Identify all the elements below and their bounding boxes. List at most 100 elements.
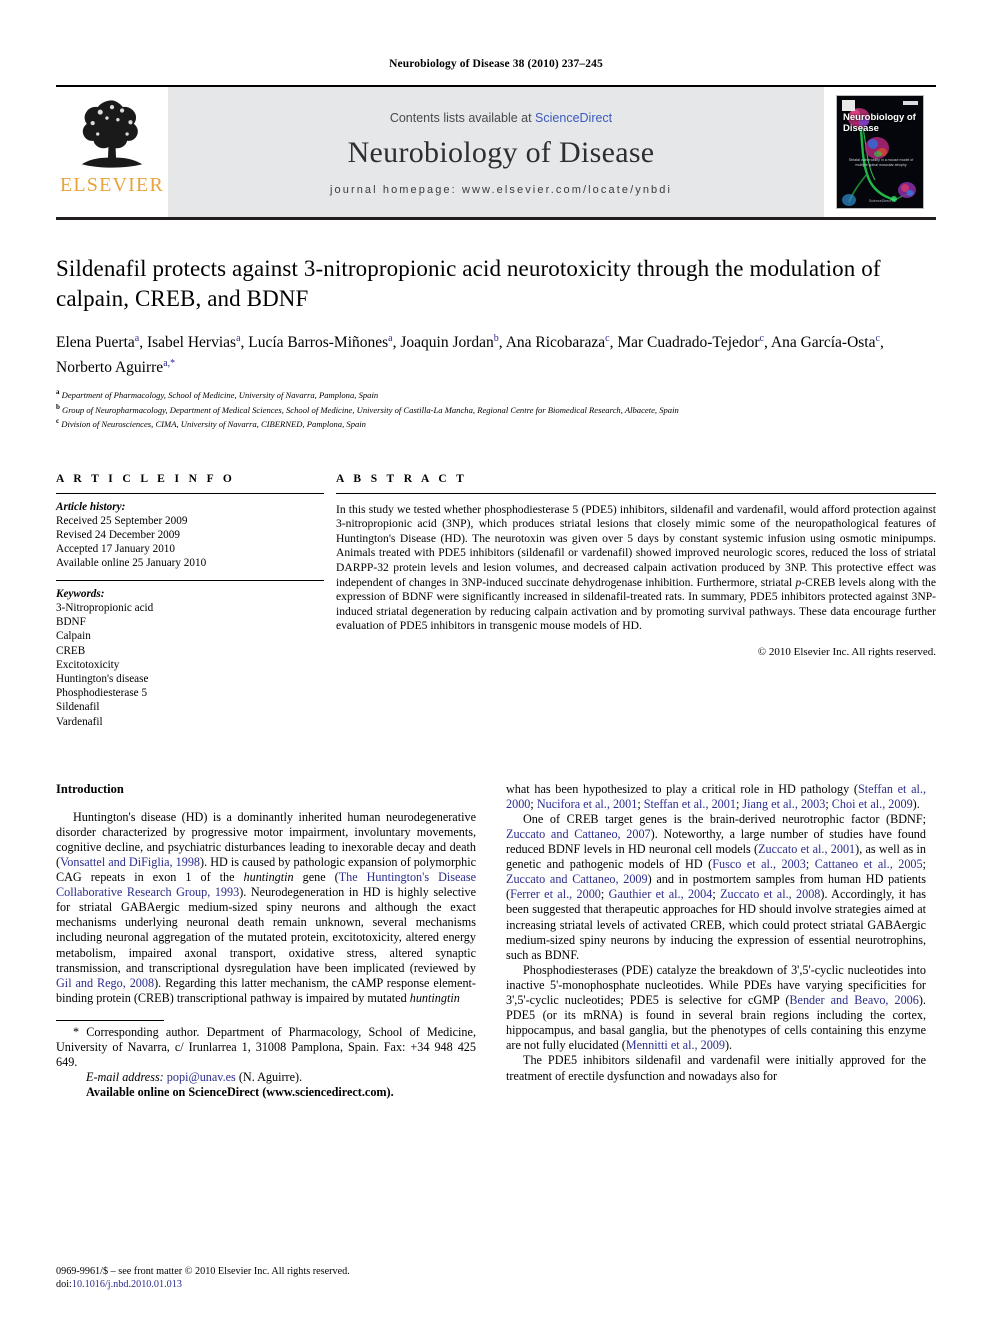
citation-link[interactable]: Zuccato and Cattaneo, 2009 [506,872,648,886]
citation-link[interactable]: Fusco et al., 2003 [712,857,806,871]
cover-footer: ScienceDirect [868,199,892,203]
doi-link[interactable]: 10.1016/j.nbd.2010.01.013 [72,1279,182,1290]
front-matter-line: 0969-9961/$ – see front matter © 2010 El… [56,1266,350,1277]
citation-link[interactable]: Cattaneo et al., 2005 [815,857,923,871]
abstract-heading: A B S T R A C T [336,472,468,485]
keyword-item: BDNF [56,616,86,629]
citation-link[interactable]: Vonsattel and DiFiglia, 1998 [60,855,200,869]
doi-line: doi:10.1016/j.nbd.2010.01.013 [56,1278,476,1291]
body-paragraph: Huntington's disease (HD) is a dominantl… [56,809,477,1005]
keyword-item: Sildenafil [56,701,100,714]
body-paragraph: One of CREB target genes is the brain-de… [506,811,927,962]
article-history-item: Revised 24 December 2009 [56,529,180,542]
abstract-text: In this study we tested whether phosphod… [336,502,936,633]
citation-link[interactable]: Bender and Beavo, 2006 [789,993,918,1007]
journal-masthead: ELSEVIER Contents lists available at Sci… [56,87,936,220]
keywords-group: Keywords: 3-Nitropropionic acid BDNF Calpa… [56,581,324,738]
author-affil-mark: a [236,333,241,344]
gene-name: huntingtin [409,990,460,1005]
journal-cover-thumbnail[interactable]: Neurobiology of Disease Striatal vulnera… [836,95,924,209]
citation-link[interactable]: Ferrer et al., 2000 [510,887,601,901]
keyword-item: Excitotoxicity [56,658,120,671]
journal-homepage-link[interactable]: journal homepage: www.elsevier.com/locat… [330,184,672,196]
left-column-paragraphs: Huntington's disease (HD) is a dominantl… [56,810,476,1006]
keyword-item: CREB [56,644,86,657]
article-history-item: Received 25 September 2009 [56,514,188,527]
affiliation-mark: a [56,388,60,397]
elsevier-wordmark: ELSEVIER [59,174,165,196]
article-history-item: Accepted 17 January 2010 [56,543,175,556]
cover-subtitle: Striatal vulnerability in a mouse model … [848,158,914,167]
right-column-paragraphs: what has been hypothesized to play a cri… [506,782,926,1084]
info-abstract-region: A R T I C L E I N F O Article history: R… [56,473,936,738]
contents-available-line: Contents lists available at ScienceDirec… [390,111,612,125]
elsevier-tree-icon [81,100,143,168]
citation-link[interactable]: Nucifora et al., 2001 [537,797,638,811]
protein-name: p [795,575,802,589]
article-history-label: Article history: [56,500,126,513]
email-label: E-mail address: [86,1070,164,1085]
author-affil-mark: a [134,333,140,344]
email-link[interactable]: popi@unav.es [167,1070,236,1084]
affiliation-mark: c [56,417,60,426]
citation-link[interactable]: Zuccato et al., 2001 [758,842,855,856]
title-block: Sildenafil protects against 3-nitropropi… [56,220,936,431]
citation-link[interactable]: Choi et al., 2009 [832,797,913,811]
imprint-footer: 0969-9961/$ – see front matter © 2010 El… [56,1265,476,1291]
author-name: Mar Cuadrado-Tejedorc [617,333,764,352]
cover-top-mark [903,101,918,105]
available-online-note: Available online on ScienceDirect (www.s… [86,1085,394,1100]
body-region: Introduction Huntington's disease (HD) i… [56,782,936,1101]
contents-prefix: Contents lists available at [389,110,536,125]
elsevier-logo: ELSEVIER [56,87,168,217]
keyword-item: 3-Nitropropionic acid [56,601,154,614]
citation-link[interactable]: Zuccato and Cattaneo, 2007 [506,827,651,841]
introduction-heading: Introduction [56,781,124,796]
citation-link[interactable]: Steffan et al., 2001 [644,797,736,811]
masthead-center: Contents lists available at ScienceDirec… [168,87,824,217]
gene-name: huntingtin [243,870,294,885]
author-affil-mark: a [388,333,393,344]
author-affil-mark: c [605,333,610,344]
affiliation-list: a Department of Pharmacology, School of … [56,387,936,430]
article-info-column: A R T I C L E I N F O Article history: R… [56,473,324,738]
citation-link[interactable]: Gauthier et al., 2004 [609,887,713,901]
citation-link[interactable]: Zuccato et al., 2008 [720,887,820,901]
citation-link[interactable]: Mennitti et al., 2009 [626,1038,725,1052]
affiliation-item: b Group of Neuropharmacology, Department… [56,402,679,415]
affiliation-item: a Department of Pharmacology, School of … [56,388,379,401]
affiliation-mark: b [56,402,60,411]
corresponding-author-note: * Corresponding author. Department of Ph… [56,1024,476,1070]
running-head: Neurobiology of Disease 38 (2010) 237–24… [389,58,603,70]
author-affil-mark: b [493,333,499,344]
article-history-group: Article history: Received 25 September 2… [56,494,324,580]
author-affil-mark: c [759,333,764,344]
citation-link[interactable]: Gil and Rego, 2008 [56,976,154,990]
author-name: Elena Puertaa [56,333,140,352]
article-title: Sildenafil protects against 3-nitropropi… [56,256,881,311]
author-name: Norberto Aguirrea,* [56,358,176,377]
abstract-copyright: © 2010 Elsevier Inc. All rights reserved… [757,646,936,659]
affiliation-item: c Division of Neurosciences, CIMA, Unive… [56,417,366,430]
article-info-heading: A R T I C L E I N F O [56,472,236,485]
author-name: Isabel Herviasa [146,333,241,352]
abstract-column: A B S T R A C T In this study we tested … [324,473,936,738]
keyword-item: Vardenafil [56,715,103,728]
author-affil-mark: c [875,333,880,344]
footnotes: * Corresponding author. Department of Ph… [56,1025,476,1100]
body-paragraph: Phosphodiesterases (PDE) catalyze the br… [506,962,926,1053]
keywords-label: Keywords: [56,587,105,600]
sciencedirect-link[interactable]: ScienceDirect [535,111,612,125]
footnote-rule [56,1019,164,1021]
journal-title: Neurobiology of Disease [347,135,655,169]
keyword-item: Huntington's disease [56,672,149,685]
author-name: Joaquin Jordanb [400,333,499,352]
citation-link[interactable]: Jiang et al., 2003 [742,797,825,811]
cover-publisher-badge [842,100,855,111]
body-paragraph: The PDE5 inhibitors sildenafil and varde… [506,1053,926,1083]
keyword-items: 3-Nitropropionic acid BDNF Calpain CREB Exci… [56,601,324,729]
author-affil-mark: a,* [163,358,176,370]
article-history-item: Available online 25 January 2010 [56,557,207,570]
article-first-page: Neurobiology of Disease 38 (2010) 237–24… [0,0,992,1323]
keyword-item: Calpain [56,630,91,643]
